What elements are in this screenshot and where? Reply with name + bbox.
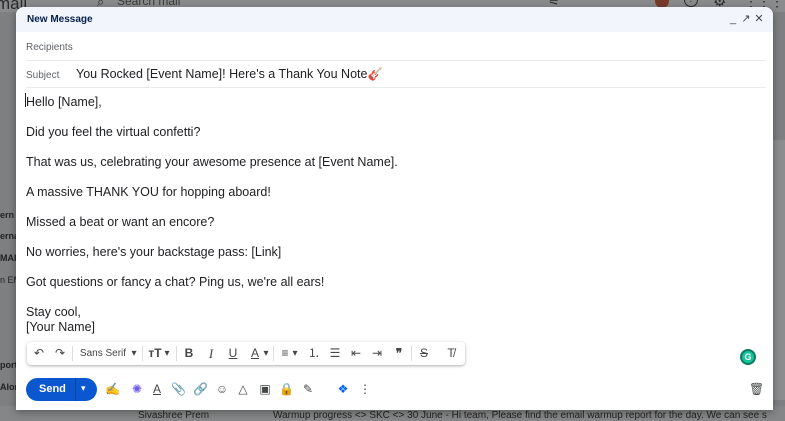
- text-color-button[interactable]: A: [248, 346, 262, 361]
- ai-sparkle-icon[interactable]: ✺: [130, 382, 144, 396]
- redo-icon[interactable]: ↷: [53, 346, 67, 361]
- body-line: That was us, celebrating your awesome pr…: [26, 155, 398, 169]
- drive-icon[interactable]: △: [236, 382, 250, 396]
- toolbar-divider: [72, 346, 73, 361]
- indent-more-icon[interactable]: ⇥: [370, 346, 384, 361]
- toolbar-divider: [411, 346, 412, 361]
- recipients-label: Recipients: [26, 42, 73, 53]
- quote-icon[interactable]: ❞: [392, 346, 406, 361]
- toolbar-divider: [142, 346, 143, 361]
- strikethrough-button[interactable]: S: [417, 346, 431, 361]
- background-right-edge: [773, 140, 785, 400]
- toolbar-divider: [273, 346, 274, 361]
- body-line: Did you feel the virtual confetti?: [26, 125, 201, 139]
- trash-icon[interactable]: 🗑: [749, 382, 764, 396]
- bulleted-list-icon[interactable]: ☰: [328, 346, 342, 361]
- subject-input[interactable]: You Rocked [Event Name]! Here's a Thank …: [76, 67, 383, 82]
- font-family-select[interactable]: Sans Serif: [78, 346, 128, 361]
- subject-label: Subject: [26, 70, 60, 81]
- body-line: No worries, here's your backstage pass: …: [26, 245, 282, 259]
- numbered-list-icon[interactable]: ⒈: [307, 346, 321, 361]
- link-icon[interactable]: 🔗: [193, 382, 208, 396]
- send-label: Send: [39, 383, 66, 395]
- compose-window: New Message _ ↗ ✕ Recipients Subject You…: [16, 7, 773, 410]
- formatting-options-icon[interactable]: A: [150, 382, 164, 396]
- sidebar-fragment: ern: [0, 210, 15, 220]
- formatting-toolbar: ↶ ↷ Sans Serif ▾ тT ▾ B I U A ▾ ≡ ▾ ⒈ ☰ …: [27, 342, 465, 365]
- schedule-send-chevron-icon[interactable]: ▾: [81, 383, 86, 394]
- body-line: A massive THANK YOU for hopping aboard!: [26, 185, 271, 199]
- indent-less-icon[interactable]: ⇤: [349, 346, 363, 361]
- more-options-icon[interactable]: ⋮: [358, 382, 372, 396]
- sidebar-fragment: port: [0, 360, 18, 370]
- inbox-row-subject: Warmup progress <> SKC <> 30 June - Hi t…: [273, 410, 767, 421]
- clear-formatting-icon[interactable]: T̸: [444, 346, 458, 361]
- chevron-down-icon[interactable]: ▾: [290, 346, 300, 361]
- body-line: Got questions or fancy a chat? Ping us, …: [26, 275, 325, 289]
- pen-icon[interactable]: ✎: [301, 382, 315, 396]
- subject-field[interactable]: Subject You Rocked [Event Name]! Here's …: [26, 61, 766, 88]
- chevron-down-icon[interactable]: ▾: [261, 346, 271, 361]
- chevron-down-icon[interactable]: ▾: [162, 346, 172, 361]
- photo-icon[interactable]: ▣: [258, 382, 272, 396]
- body-line: Missed a beat or want an encore?: [26, 215, 215, 229]
- italic-button[interactable]: I: [204, 346, 218, 361]
- dropbox-icon[interactable]: ❖: [336, 382, 350, 396]
- body-line: [Your Name]: [26, 320, 96, 334]
- send-divider: [75, 378, 76, 401]
- inbox-row-sender: Sivashree Prem: [138, 410, 210, 421]
- attach-icon[interactable]: 📎: [171, 382, 186, 396]
- compose-title: New Message: [27, 14, 93, 25]
- toolbar-divider: [176, 346, 177, 361]
- underline-button[interactable]: U: [226, 346, 240, 361]
- bold-button[interactable]: B: [182, 346, 196, 361]
- expand-icon[interactable]: ↗: [740, 13, 752, 25]
- font-size-icon[interactable]: тT: [147, 346, 163, 361]
- undo-icon[interactable]: ↶: [32, 346, 46, 361]
- signature-icon[interactable]: ✍: [105, 382, 120, 396]
- confidential-mode-icon[interactable]: 🔒: [279, 382, 294, 396]
- body-line: Stay cool,: [26, 305, 81, 319]
- minimize-icon[interactable]: _: [727, 13, 739, 25]
- compose-header[interactable]: New Message _ ↗ ✕: [16, 7, 773, 32]
- send-button[interactable]: Send ▾: [26, 378, 97, 401]
- body-line: Hello [Name],: [26, 95, 102, 109]
- chevron-down-icon[interactable]: ▾: [129, 346, 139, 361]
- recipients-field[interactable]: Recipients: [26, 34, 766, 61]
- grammarly-icon[interactable]: G: [740, 349, 756, 365]
- emoji-icon[interactable]: ☺: [215, 382, 229, 396]
- close-icon[interactable]: ✕: [753, 13, 765, 25]
